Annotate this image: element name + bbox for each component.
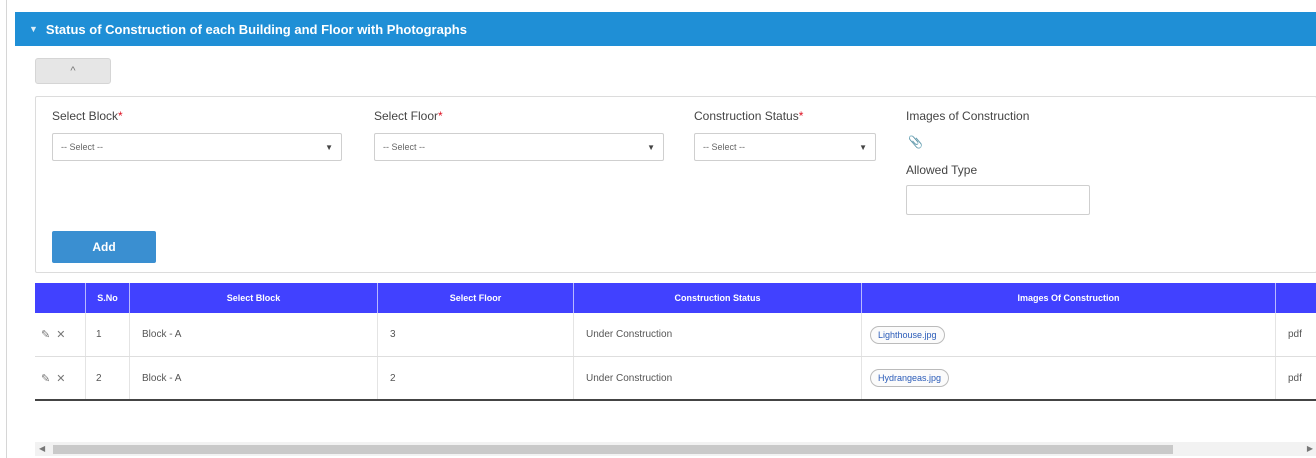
construction-table: S.No Select Block Select Floor Construct… [35, 283, 1316, 401]
edit-icon[interactable]: ✎ [41, 372, 50, 385]
file-link[interactable]: Hydrangeas.jpg [870, 369, 950, 387]
dropdown-caret-icon: ▼ [325, 142, 333, 152]
allowed-type-label: Allowed Type [906, 163, 978, 177]
cell-sno: 2 [85, 357, 129, 399]
horizontal-scrollbar[interactable]: ◀ ▶ [35, 442, 1316, 456]
scroll-right-icon[interactable]: ▶ [1307, 442, 1313, 456]
paperclip-icon[interactable]: 📎 [908, 135, 923, 149]
delete-icon[interactable]: ✕ [56, 372, 65, 385]
status-select-value: -- Select -- [703, 142, 746, 152]
cell-image: Hydrangeas.jpg [861, 357, 1275, 399]
scrollbar-thumb[interactable] [53, 445, 1173, 454]
entry-form: Select Block* -- Select -- ▼ Select Floo… [35, 96, 1316, 273]
row-actions: ✎ ✕ [35, 313, 85, 356]
header-actions [35, 283, 85, 313]
file-link[interactable]: Lighthouse.jpg [870, 325, 945, 344]
header-sno: S.No [85, 283, 129, 313]
collapse-button[interactable]: ^ [35, 58, 111, 84]
allowed-type-input[interactable] [906, 185, 1090, 215]
cell-floor: 3 [377, 313, 573, 356]
panel-header[interactable]: ▼ Status of Construction of each Buildin… [15, 12, 1316, 46]
cell-type: pdf [1275, 357, 1316, 399]
collapse-label: ^ [70, 65, 76, 77]
header-floor: Select Floor [377, 283, 573, 313]
block-label: Select Block* [52, 109, 123, 123]
status-label: Construction Status* [694, 109, 804, 123]
chevron-down-icon[interactable]: ▼ [29, 24, 38, 34]
cell-floor: 2 [377, 357, 573, 399]
floor-select-value: -- Select -- [383, 142, 426, 152]
floor-label: Select Floor* [374, 109, 443, 123]
header-status: Construction Status [573, 283, 861, 313]
cell-block: Block - A [129, 357, 377, 399]
table-row: ✎ ✕ 1 Block - A 3 Under Construction Lig… [35, 313, 1316, 357]
edit-icon[interactable]: ✎ [41, 328, 50, 341]
status-select[interactable]: -- Select -- ▼ [694, 133, 876, 161]
floor-select[interactable]: -- Select -- ▼ [374, 133, 664, 161]
table-header: S.No Select Block Select Floor Construct… [35, 283, 1316, 313]
scroll-left-icon[interactable]: ◀ [39, 442, 45, 456]
cell-type: pdf [1275, 313, 1316, 356]
header-type [1275, 283, 1316, 313]
row-actions: ✎ ✕ [35, 357, 85, 399]
dropdown-caret-icon: ▼ [647, 142, 655, 152]
add-button[interactable]: Add [52, 231, 156, 263]
cell-status: Under Construction [573, 313, 861, 356]
images-label: Images of Construction [906, 109, 1030, 123]
header-images: Images Of Construction [861, 283, 1275, 313]
block-select[interactable]: -- Select -- ▼ [52, 133, 342, 161]
table-row: ✎ ✕ 2 Block - A 2 Under Construction Hyd… [35, 357, 1316, 401]
construction-status-panel: ▼ Status of Construction of each Buildin… [6, 0, 1316, 458]
cell-sno: 1 [85, 313, 129, 356]
cell-status: Under Construction [573, 357, 861, 399]
dropdown-caret-icon: ▼ [859, 142, 867, 152]
cell-block: Block - A [129, 313, 377, 356]
cell-image: Lighthouse.jpg [861, 313, 1275, 356]
block-select-value: -- Select -- [61, 142, 104, 152]
delete-icon[interactable]: ✕ [56, 328, 65, 341]
header-block: Select Block [129, 283, 377, 313]
panel-title: Status of Construction of each Building … [45, 21, 467, 37]
